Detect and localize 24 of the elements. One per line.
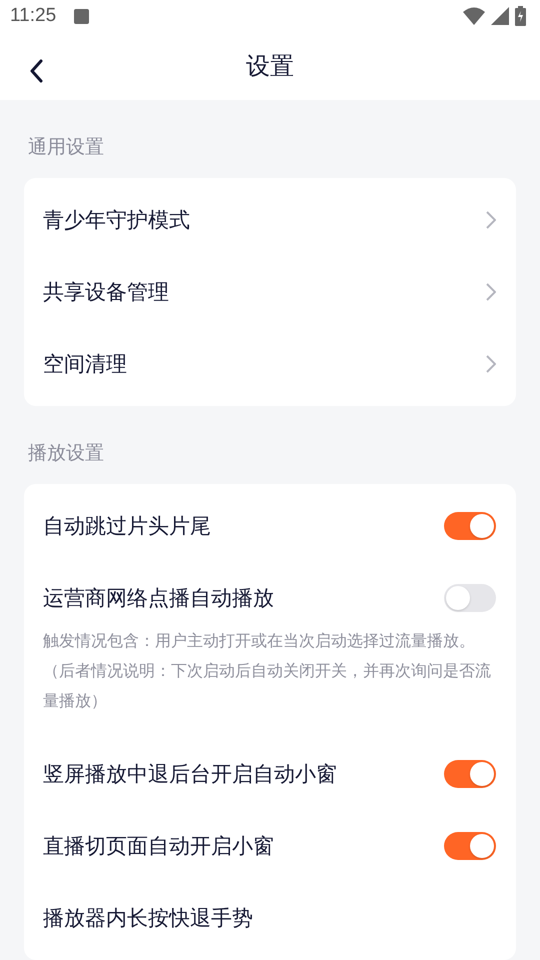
setting-label: 竖屏播放中退后台开启自动小窗 <box>43 761 338 788</box>
battery-icon <box>515 6 526 26</box>
setting-label[interactable]: 空间清理 <box>43 350 486 378</box>
chevron-icon <box>486 283 496 301</box>
setting-label: 运营商网络点播自动播放 <box>43 585 275 612</box>
toggle-switch[interactable] <box>444 832 496 860</box>
page-title: 设置 <box>246 51 294 82</box>
toggle-switch[interactable] <box>444 512 496 540</box>
setting-label: 直播切页面自动开启小窗 <box>43 833 275 860</box>
toggle-switch[interactable] <box>444 760 496 788</box>
section-title: 播放设置 <box>27 441 105 466</box>
wifi-icon <box>463 7 485 26</box>
setting-label: 播放器内长按快退手势 <box>43 905 254 932</box>
chevron-icon <box>486 355 496 373</box>
setting-note: 触发情况包含：用户主动打开或在当次启动选择过流量播放。（后者情况说明：下次启动后自动关闭开关，并再次询问是否流量播放） <box>43 630 492 712</box>
setting-label[interactable]: 青少年守护模式 <box>43 206 486 234</box>
setting-label[interactable]: 共享设备管理 <box>43 278 486 306</box>
setting-label: 自动跳过片头片尾 <box>43 513 212 540</box>
signal-icon <box>491 7 509 26</box>
section-title: 通用设置 <box>27 135 105 160</box>
status-time: 11:25 <box>10 5 56 28</box>
toggle-switch[interactable] <box>444 584 496 612</box>
chevron-icon <box>486 211 496 229</box>
back-icon <box>29 58 43 83</box>
